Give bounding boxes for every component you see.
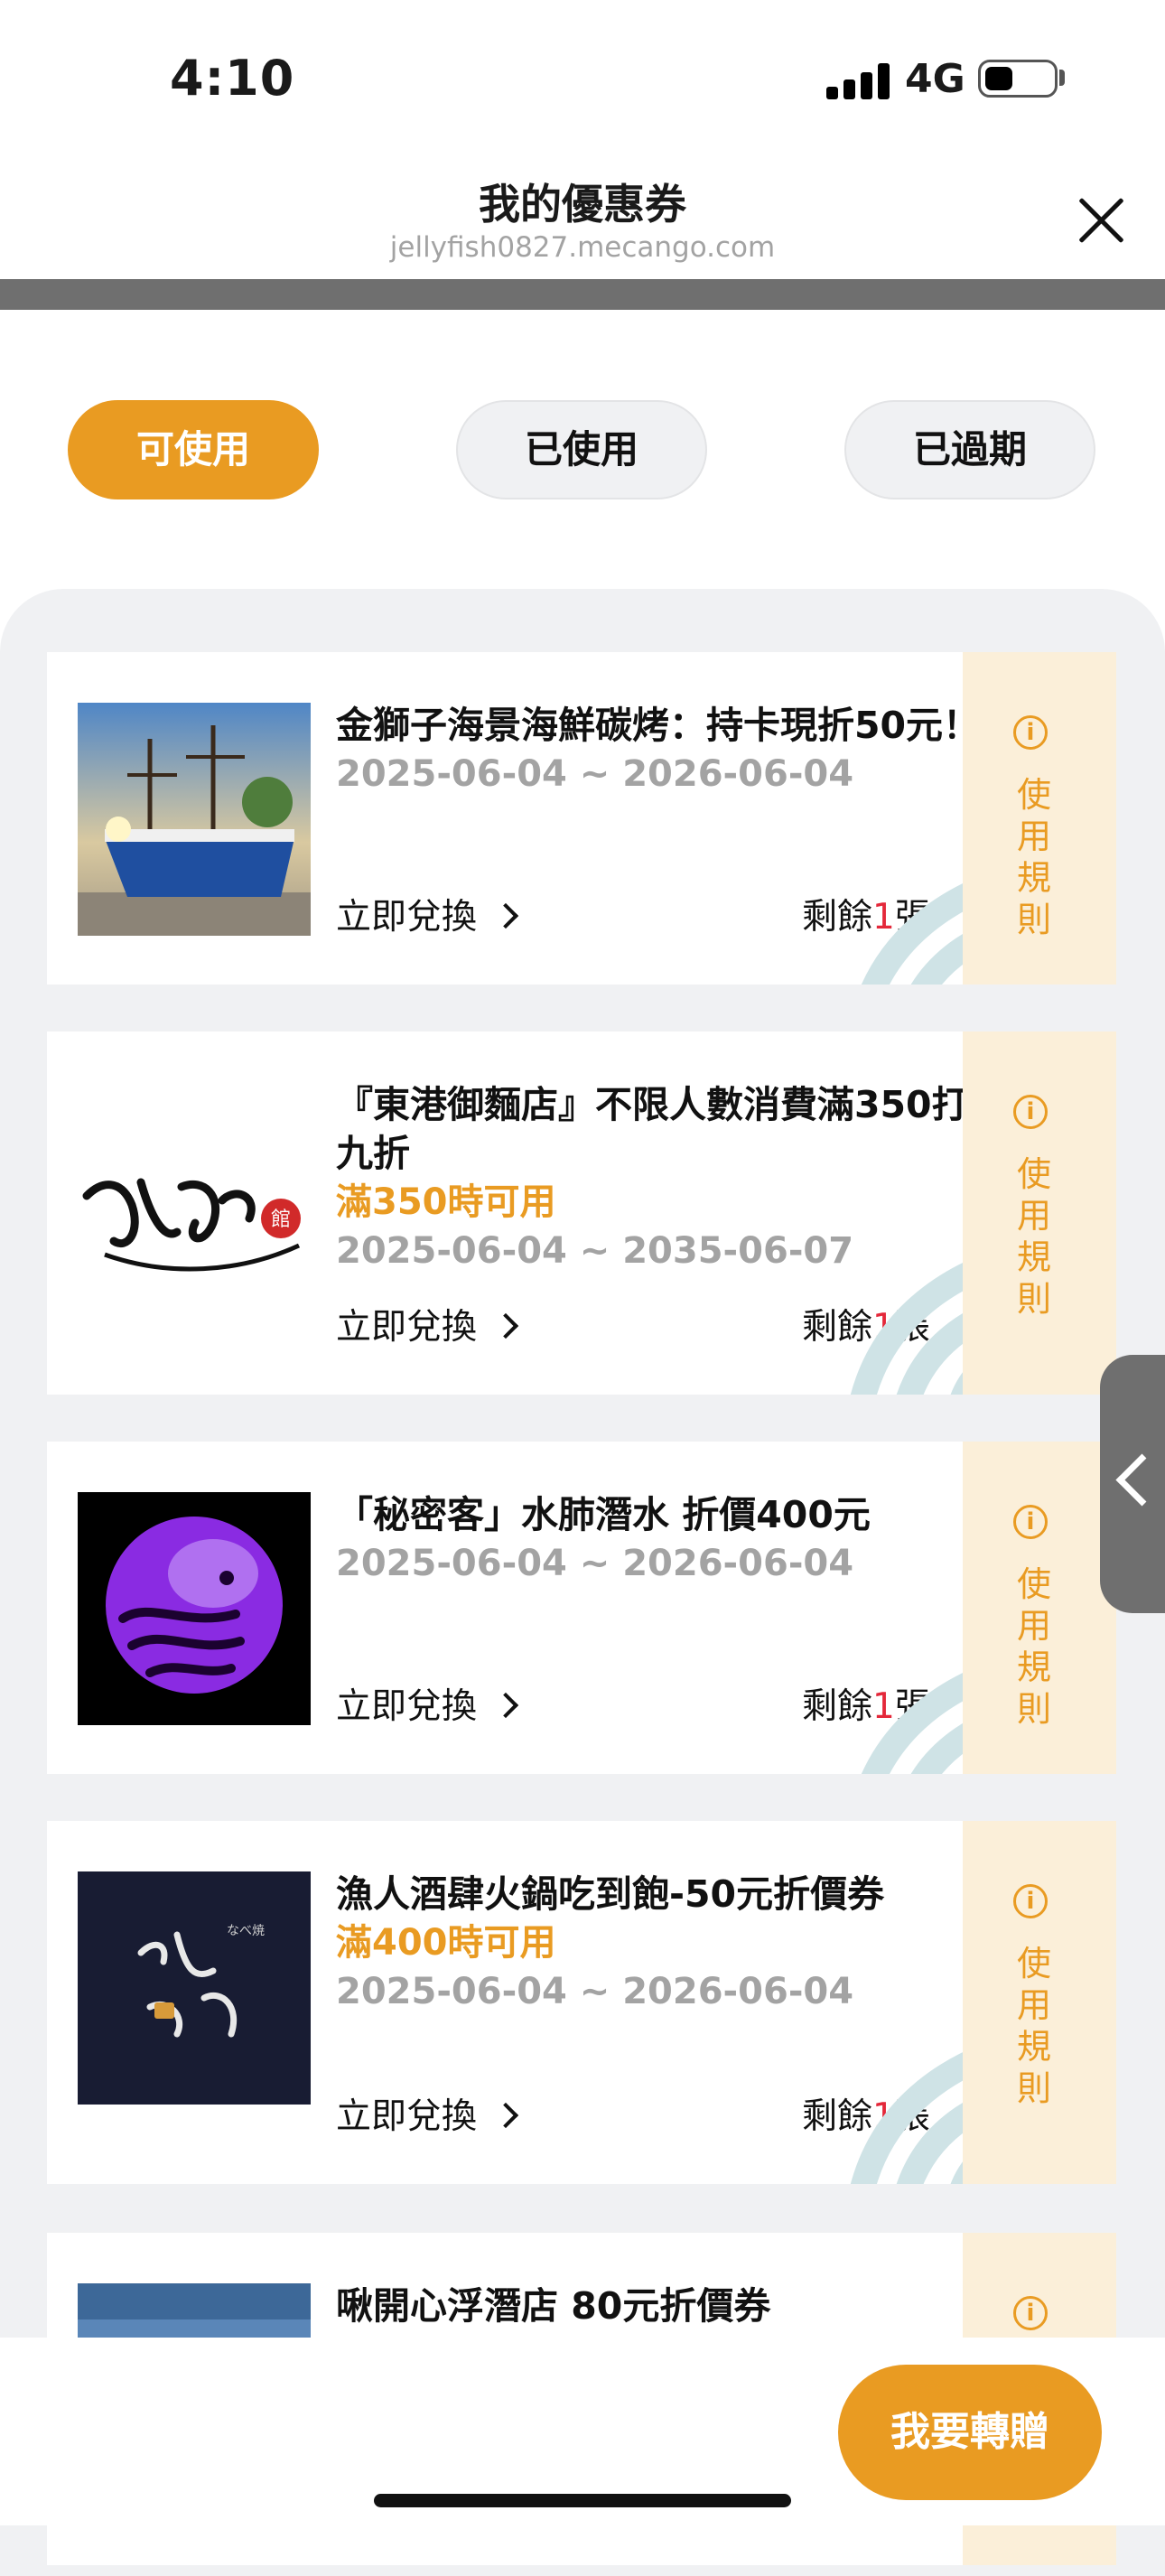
rules-label: 使用規則	[1017, 1564, 1052, 1729]
remaining-number: 1	[872, 897, 895, 938]
info-icon: i	[1013, 1884, 1048, 1918]
rules-panel[interactable]: i 使用規則	[963, 1821, 1116, 2184]
coupon-condition: 滿400時可用	[336, 1922, 556, 1964]
coupon-card[interactable]: なべ焼 漁人酒肆火鍋吃到飽-50元折價券 滿400時可用 2025-06-04 …	[47, 1821, 1116, 2184]
network-label: 4G	[905, 56, 965, 102]
chevron-left-icon	[1115, 1453, 1165, 1507]
transfer-button[interactable]: 我要轉贈	[838, 2365, 1102, 2500]
coupon-title-block: 「秘密客」水肺潛水 折價400元 2025-06-04 ~ 2026-06-04	[336, 1490, 995, 1588]
coupon-dates: 2025-06-04 ~ 2026-06-04	[336, 1971, 854, 2012]
rules-panel[interactable]: i 使用規則	[963, 652, 1116, 985]
chevron-right-icon	[492, 1312, 519, 1339]
remaining-count: 剩餘1張	[802, 1299, 930, 1349]
remaining-prefix: 剩餘	[802, 2096, 873, 2137]
coupon-title: 金獅子海景海鮮碳烤：持卡現折50元！	[336, 704, 981, 747]
rules-panel[interactable]: i 使用規則	[963, 1442, 1116, 1774]
coupon-dates: 2025-06-04 ~ 2026-06-04	[336, 753, 854, 795]
yumian-logo: 館	[78, 1097, 311, 1330]
info-icon: i	[1013, 1095, 1048, 1129]
yurenjiusi-logo: なべ焼	[78, 1871, 311, 2105]
rules-label: 使用規則	[1017, 775, 1052, 939]
remaining-suffix: 張	[894, 897, 930, 938]
page-title: 我的優惠券	[479, 180, 686, 229]
coupon-card[interactable]: 金獅子海景海鮮碳烤：持卡現折50元！ 2025-06-04 ~ 2026-06-…	[47, 652, 1116, 985]
svg-text:なべ焼: なべ焼	[227, 1924, 265, 1938]
tab-used[interactable]: 已使用	[456, 400, 707, 499]
remaining-prefix: 剩餘	[802, 1307, 873, 1348]
remaining-suffix: 張	[894, 1686, 930, 1727]
redeem-button[interactable]: 立即兌換	[336, 2088, 519, 2139]
coupon-card[interactable]: 「秘密客」水肺潛水 折價400元 2025-06-04 ~ 2026-06-04…	[47, 1442, 1116, 1774]
octopus-logo	[78, 1492, 311, 1725]
redeem-label: 立即兌換	[336, 897, 478, 938]
redeem-button[interactable]: 立即兌換	[336, 1299, 519, 1349]
redeem-button[interactable]: 立即兌換	[336, 1678, 519, 1729]
remaining-number: 1	[872, 1307, 895, 1348]
side-drawer-handle[interactable]	[1100, 1355, 1165, 1613]
tab-expired[interactable]: 已過期	[844, 400, 1095, 499]
close-icon[interactable]	[1075, 194, 1127, 247]
redeem-label: 立即兌換	[336, 1307, 478, 1348]
status-time: 4:10	[170, 50, 295, 107]
coupon-title: 漁人酒肆火鍋吃到飽-50元折價券	[336, 1872, 885, 1916]
coupon-title-block: 『東港御麵店』不限人數消費滿350打九折 滿350時可用 2025-06-04 …	[336, 1080, 995, 1275]
coupon-condition: 滿350時可用	[336, 1181, 556, 1223]
remaining-suffix: 張	[894, 2096, 930, 2137]
home-indicator	[374, 2494, 791, 2507]
remaining-count: 剩餘1張	[802, 1678, 930, 1729]
battery-icon	[978, 60, 1058, 98]
coupon-card[interactable]: 館 『東港御麵店』不限人數消費滿350打九折 滿350時可用 2025-06-0…	[47, 1031, 1116, 1395]
chevron-right-icon	[492, 2102, 519, 2129]
chevron-right-icon	[492, 902, 519, 929]
remaining-count: 剩餘1張	[802, 889, 930, 939]
coupon-title: 啾開心浮潛店 80元折價券	[336, 2284, 771, 2328]
redeem-label: 立即兌換	[336, 1686, 478, 1727]
info-icon: i	[1013, 1505, 1048, 1539]
coupon-dates: 2025-06-04 ~ 2026-06-04	[336, 1543, 854, 1584]
coupon-title: 『東港御麵店』不限人數消費滿350打九折	[336, 1083, 969, 1175]
rules-panel[interactable]: i 使用規則	[963, 1031, 1116, 1395]
rules-label: 使用規則	[1017, 1944, 1052, 2108]
header-divider	[0, 279, 1165, 310]
coupon-title-block: 金獅子海景海鮮碳烤：持卡現折50元！ 2025-06-04 ~ 2026-06-…	[336, 701, 995, 798]
remaining-prefix: 剩餘	[802, 1686, 873, 1727]
page-url: jellyfish0827.mecango.com	[389, 231, 776, 264]
rules-label: 使用規則	[1017, 1154, 1052, 1319]
coupon-dates: 2025-06-04 ~ 2035-06-07	[336, 1230, 854, 1272]
redeem-label: 立即兌換	[336, 2096, 478, 2137]
ship-photo	[78, 703, 311, 936]
remaining-number: 1	[872, 2096, 895, 2137]
redeem-button[interactable]: 立即兌換	[336, 889, 519, 939]
status-bar: 4:10 4G	[0, 0, 1165, 154]
info-icon: i	[1013, 715, 1048, 750]
chevron-right-icon	[492, 1692, 519, 1719]
remaining-count: 剩餘1張	[802, 2088, 930, 2139]
remaining-prefix: 剩餘	[802, 897, 873, 938]
coupon-title-block: 漁人酒肆火鍋吃到飽-50元折價券 滿400時可用 2025-06-04 ~ 20…	[336, 1870, 995, 2016]
battery-tip	[1059, 70, 1065, 86]
signal-icon	[826, 63, 890, 99]
info-icon: i	[1013, 2296, 1048, 2330]
coupon-title-block: 啾開心浮潛店 80元折價券	[336, 2282, 995, 2330]
coupon-title: 「秘密客」水肺潛水 折價400元	[336, 1493, 871, 1536]
svg-text:館: 館	[271, 1209, 291, 1231]
remaining-suffix: 張	[894, 1307, 930, 1348]
remaining-number: 1	[872, 1686, 895, 1727]
tab-available[interactable]: 可使用	[68, 400, 319, 499]
